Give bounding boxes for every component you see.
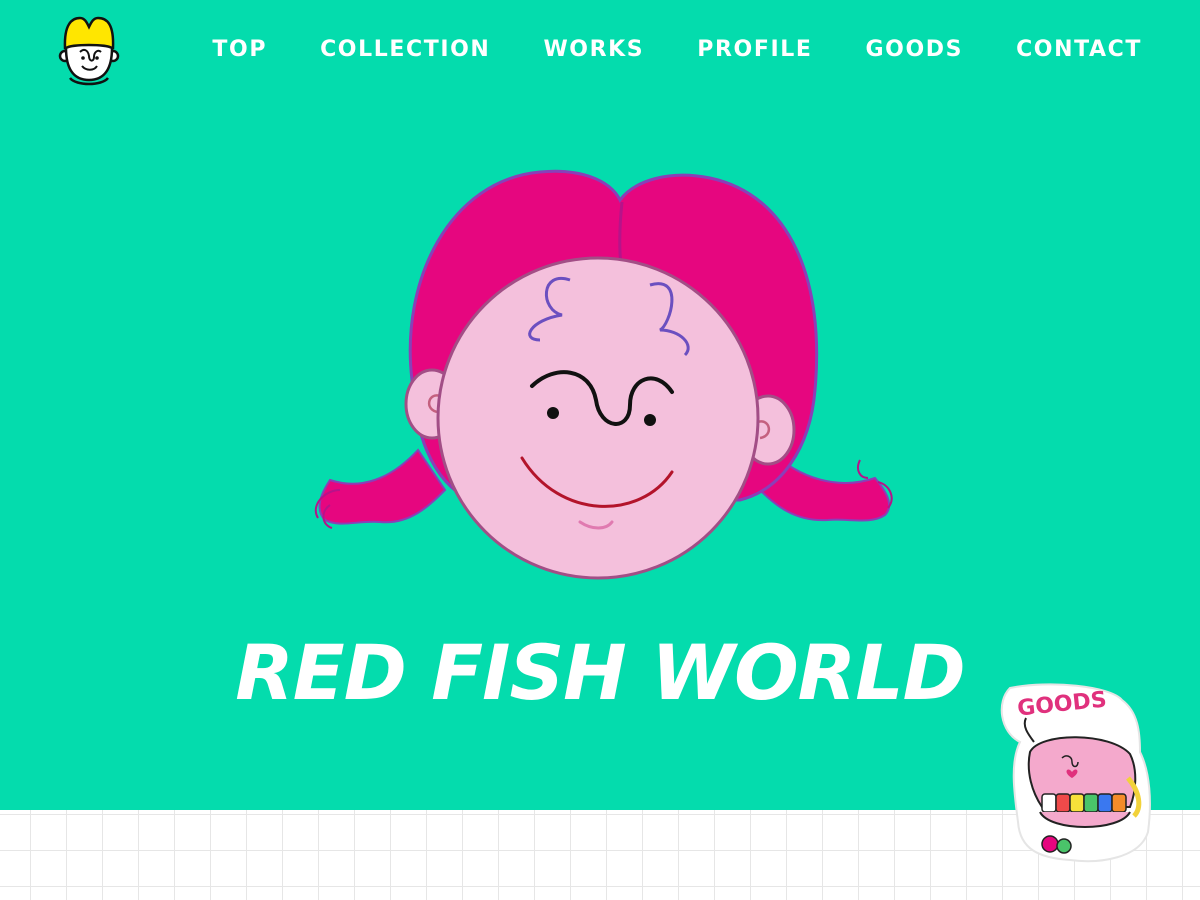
nav-link-works[interactable]: WORKS xyxy=(543,34,644,66)
main-nav: TOP COLLECTION WORKS PROFILE GOODS CONTA… xyxy=(212,34,1142,66)
nav-link-contact[interactable]: CONTACT xyxy=(1016,34,1142,66)
nav-link-goods[interactable]: GOODS xyxy=(865,34,963,66)
site-logo-icon[interactable] xyxy=(56,14,122,90)
nav-link-collection[interactable]: COLLECTION xyxy=(320,34,490,66)
hero-illustration xyxy=(300,160,910,580)
nav-link-top[interactable]: TOP xyxy=(212,34,267,66)
goods-sticker-button[interactable]: GOODS xyxy=(990,682,1162,864)
nav-link-profile[interactable]: PROFILE xyxy=(697,34,812,66)
